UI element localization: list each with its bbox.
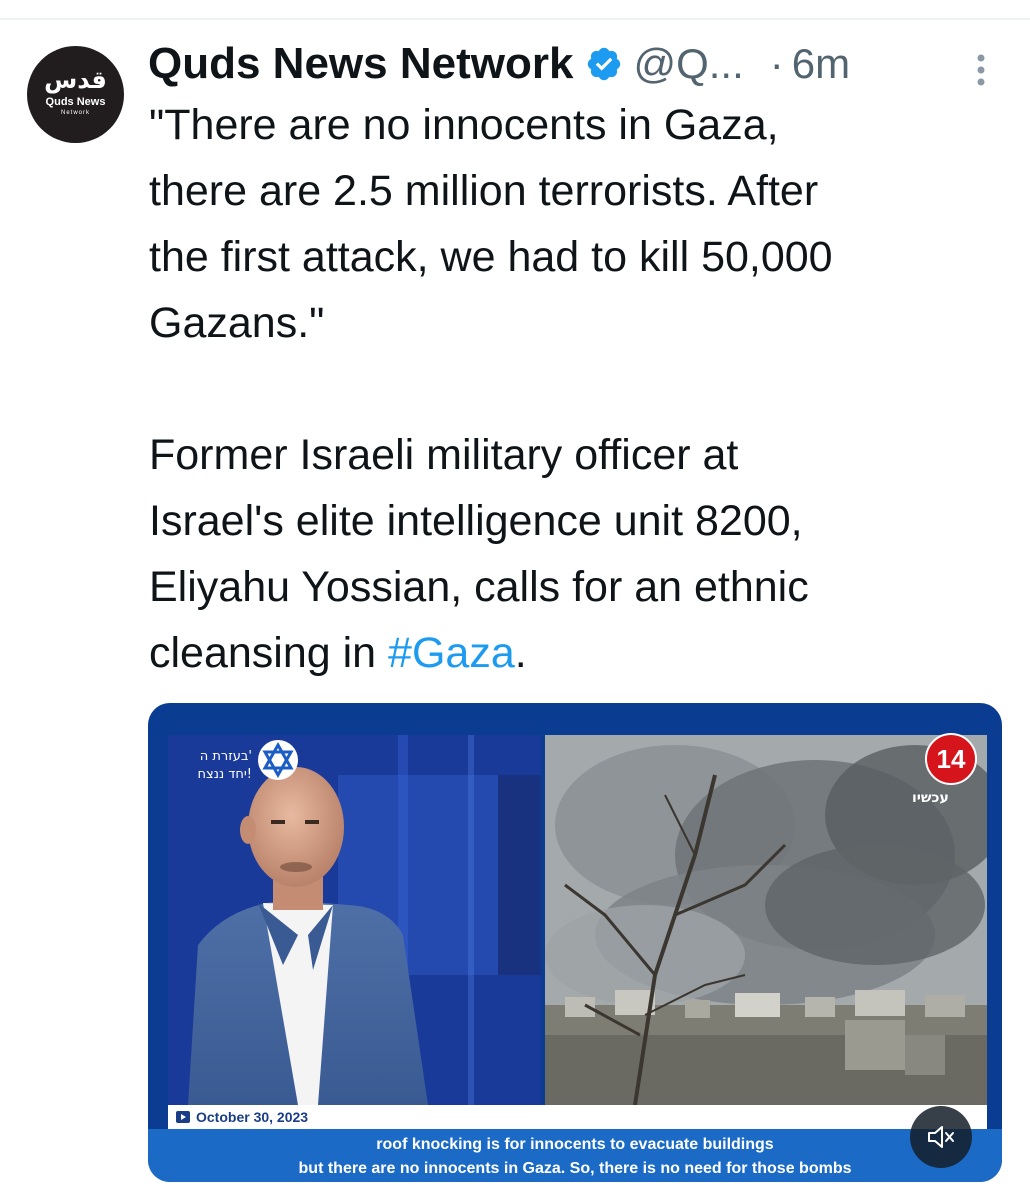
avatar-logo-sub: Network — [60, 110, 90, 116]
avatar-logo-arabic: قدس — [44, 66, 107, 94]
body-line: Former Israeli military officer at — [149, 431, 739, 479]
body-text: cleansing in — [149, 629, 389, 677]
verified-badge-icon — [588, 47, 621, 81]
video-date-bar: October 30, 2023 — [168, 1105, 987, 1129]
hebrew-overlay: בעזרת ה' יחד ננצח! — [172, 748, 252, 784]
body-text: . — [514, 629, 527, 677]
divider — [0, 18, 1030, 20]
quote-line: there are 2.5 million terrorists. After — [149, 167, 819, 215]
tweet[interactable]: قدس Quds News Network Quds News Network … — [0, 0, 1030, 1200]
separator-dot: · — [769, 40, 784, 87]
mute-button[interactable] — [910, 1106, 972, 1168]
body-line-last: cleansing in #Gaza. — [149, 620, 1019, 686]
timestamp[interactable]: 6m — [792, 40, 850, 88]
play-icon — [176, 1111, 190, 1123]
hebrew-overlay-line: בעזרת ה' — [199, 749, 252, 764]
caption-line: roof knocking is for innocents to evacua… — [376, 1136, 774, 1153]
body-line: Israel's elite intelligence unit 8200, — [149, 497, 803, 545]
caption-line: but there are no innocents in Gaza. So, … — [298, 1160, 852, 1177]
hebrew-overlay-line: יחד ננצח! — [197, 767, 252, 782]
video-frame-speaker — [168, 735, 541, 1105]
quote-line: "There are no innocents in Gaza, — [149, 101, 779, 149]
avatar[interactable]: قدس Quds News Network — [27, 46, 124, 143]
video-caption: roof knocking is for innocents to evacua… — [148, 1129, 1002, 1182]
display-name[interactable]: Quds News Network — [148, 39, 573, 89]
video-date: October 30, 2023 — [196, 1109, 309, 1125]
hashtag-link[interactable]: #Gaza — [388, 629, 515, 677]
video-player[interactable]: October 30, 2023 roof knocking is for in… — [148, 703, 1002, 1182]
body-line: Eliyahu Yossian, calls for an ethnic — [149, 563, 809, 611]
tweet-header: Quds News Network @Q... · 6m — [148, 36, 850, 92]
channel-logo: 14 — [925, 733, 977, 785]
tweet-text: "There are no innocents in Gaza, there a… — [149, 92, 1019, 686]
handle[interactable]: @Q... — [633, 40, 743, 88]
speaker-muted-icon — [928, 1126, 954, 1148]
quote-line: Gazans." — [149, 299, 325, 347]
avatar-logo-text: Quds News — [45, 96, 106, 108]
speaker-scene — [168, 735, 541, 1105]
quote-line: the first attack, we had to kill 50,000 — [149, 233, 833, 281]
more-options-icon[interactable] — [966, 50, 996, 90]
channel-sub: עכשיו — [912, 790, 949, 806]
